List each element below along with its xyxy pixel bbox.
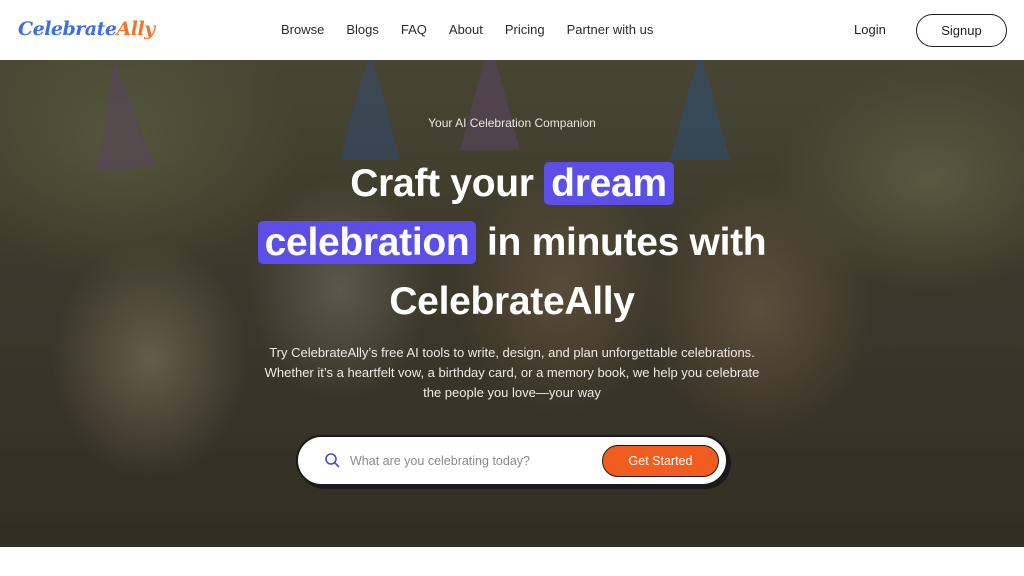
login-link[interactable]: Login — [854, 0, 886, 60]
search-icon — [324, 452, 341, 469]
headline-text-3: CelebrateAlly — [389, 280, 635, 323]
nav-link-browse[interactable]: Browse — [281, 0, 324, 60]
nav-link-faq[interactable]: FAQ — [401, 0, 427, 60]
headline-highlight-celebration: celebration — [257, 221, 477, 264]
celebration-search-input[interactable] — [350, 447, 590, 475]
main-nav: Browse Blogs FAQ About Pricing Partner w… — [281, 0, 675, 60]
hero-search-bar: Get Started — [296, 435, 728, 486]
nav-link-partner[interactable]: Partner with us — [567, 0, 654, 60]
brand-logo-part2: Ally — [116, 18, 156, 40]
nav-link-blogs[interactable]: Blogs — [346, 0, 379, 60]
hero-section: Your AI Celebration Companion Craft your… — [0, 60, 1024, 547]
top-navbar: CelebrateAlly Browse Blogs FAQ About Pri… — [0, 0, 1024, 60]
get-started-button[interactable]: Get Started — [602, 445, 719, 477]
nav-link-pricing[interactable]: Pricing — [505, 0, 545, 60]
hero-headline: Craft your dream celebration in minutes … — [0, 154, 1024, 331]
hero-eyebrow: Your AI Celebration Companion — [428, 116, 596, 130]
headline-highlight-dream: dream — [544, 162, 674, 205]
nav-link-about[interactable]: About — [449, 0, 483, 60]
brand-logo-part1: Celebrate — [18, 18, 117, 40]
signup-button[interactable]: Signup — [916, 14, 1007, 47]
brand-logo[interactable]: CelebrateAlly — [18, 17, 155, 41]
hero-subtext: Try CelebrateAlly’s free AI tools to wri… — [264, 345, 760, 400]
headline-text-1: Craft your — [350, 162, 534, 205]
headline-text-2: in minutes with — [486, 221, 767, 264]
